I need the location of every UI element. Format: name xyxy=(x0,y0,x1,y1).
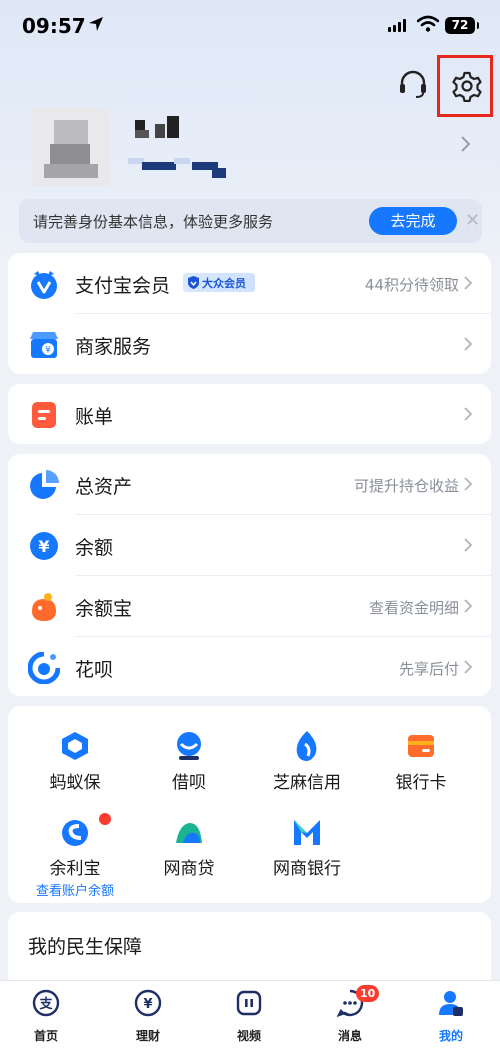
row-yuebao[interactable]: 余额宝 查看资金明细 xyxy=(8,576,491,636)
sesame-credit-icon xyxy=(296,731,317,761)
chevron-right-icon xyxy=(464,477,473,491)
close-icon[interactable]: ✕ xyxy=(465,211,480,231)
grid-label: 蚂蚁保 xyxy=(49,773,101,793)
row-huabei[interactable]: 花呗 先享后付 xyxy=(8,637,491,697)
row-hint: 可提升持仓收益 xyxy=(353,477,459,495)
ant-insurance-icon xyxy=(62,732,88,760)
assets-card: 总资产 可提升持仓收益 ¥ 余额 余额宝 查看资金明细 花呗 先享后付 xyxy=(8,454,491,696)
member-level-badge: 大众会员 xyxy=(183,273,255,292)
pie-chart-icon xyxy=(30,470,59,499)
grid-label: 网商银行 xyxy=(273,859,341,879)
chevron-right-icon xyxy=(464,337,473,351)
jiebei-icon xyxy=(177,732,201,760)
row-hint: 查看资金明细 xyxy=(368,599,459,617)
grid-label: 芝麻信用 xyxy=(273,773,341,793)
row-label: 余额 xyxy=(75,537,114,559)
row-label: 商家服务 xyxy=(75,336,152,358)
bill-icon xyxy=(32,402,56,428)
tab-label: 视频 xyxy=(236,1029,261,1043)
bottom-tab-bar: 支 首页 ¥ 理财 视频 10 消息 我的 xyxy=(0,980,500,1054)
mybank-loan-icon xyxy=(176,822,202,843)
yuebao-icon xyxy=(32,593,56,621)
identity-notice-bar: 请完善身份基本信息，体验更多服务 去完成 ✕ xyxy=(19,199,482,243)
status-time: 09:57 xyxy=(22,14,86,38)
status-bar: 09:57 72 xyxy=(0,0,500,54)
row-total-assets[interactable]: 总资产 可提升持仓收益 xyxy=(8,454,491,514)
complete-button[interactable]: 去完成 xyxy=(369,207,457,235)
bill-card: 账单 xyxy=(8,384,491,444)
tab-label: 首页 xyxy=(33,1029,58,1043)
tab-label: 我的 xyxy=(438,1029,463,1043)
headset-icon[interactable] xyxy=(397,68,429,100)
video-icon xyxy=(236,990,262,1016)
mybank-icon xyxy=(294,820,320,845)
section-title[interactable]: 我的民生保障 xyxy=(28,932,142,959)
tab-label: 消息 xyxy=(337,1029,362,1043)
chevron-right-icon xyxy=(464,276,473,290)
home-icon: 支 xyxy=(32,989,60,1017)
row-alipay-member[interactable]: 支付宝会员 大众会员 44积分待领取 xyxy=(8,253,491,313)
huabei-icon xyxy=(28,652,60,684)
location-arrow-icon xyxy=(89,17,103,31)
grid-label: 余利宝 xyxy=(49,859,101,879)
bank-card-icon xyxy=(408,735,434,757)
row-bill[interactable]: 账单 xyxy=(8,384,491,444)
row-hint: 先享后付 xyxy=(398,660,459,678)
grid-label: 网商贷 xyxy=(163,859,215,879)
view-balance-link[interactable]: 查看账户余额 xyxy=(20,880,130,899)
tab-label: 理财 xyxy=(135,1029,160,1043)
battery-icon: 72 xyxy=(445,17,479,34)
row-hint: 44积分待领取 xyxy=(364,276,459,294)
notification-dot xyxy=(99,813,111,825)
row-merchant-service[interactable]: ¥ 商家服务 xyxy=(8,314,491,374)
grid-label: 借呗 xyxy=(172,773,206,793)
chevron-right-icon xyxy=(464,538,473,552)
chevron-right-icon xyxy=(464,599,473,613)
shield-icon xyxy=(188,276,199,289)
row-label: 余额宝 xyxy=(75,598,133,620)
profile-icon xyxy=(439,991,463,1016)
wifi-icon xyxy=(417,15,439,32)
svg-text:¥: ¥ xyxy=(38,537,49,556)
wealth-icon: ¥ xyxy=(134,989,162,1017)
membership-card: 支付宝会员 大众会员 44积分待领取 ¥ 商家服务 xyxy=(8,253,491,374)
svg-text:¥: ¥ xyxy=(45,346,51,356)
row-balance[interactable]: ¥ 余额 xyxy=(8,515,491,575)
row-label: 总资产 xyxy=(75,476,133,498)
row-label: 支付宝会员 xyxy=(75,275,171,297)
svg-text:¥: ¥ xyxy=(143,997,152,1012)
notice-text: 请完善身份基本信息，体验更多服务 xyxy=(33,213,274,231)
row-label: 账单 xyxy=(75,406,114,428)
yulibao-icon xyxy=(62,820,88,846)
yuan-icon: ¥ xyxy=(30,532,58,560)
chevron-right-icon xyxy=(464,660,473,674)
row-label: 花呗 xyxy=(75,659,114,681)
merchant-icon: ¥ xyxy=(30,332,58,358)
chevron-right-icon[interactable] xyxy=(459,134,473,154)
alipay-member-icon xyxy=(31,271,57,299)
cellular-signal-icon xyxy=(388,19,406,32)
grid-label: 银行卡 xyxy=(395,773,447,793)
svg-text:支: 支 xyxy=(38,996,53,1012)
member-level-text: 大众会员 xyxy=(202,277,246,290)
chevron-right-icon xyxy=(464,407,473,421)
unread-count-badge: 10 xyxy=(356,985,380,1002)
gear-icon[interactable] xyxy=(451,70,483,102)
avatar[interactable] xyxy=(32,108,110,186)
services-grid-card: 蚂蚁保 借呗 芝麻信用 银行卡 余利宝 查看账户余额 网商贷 网商银行 xyxy=(8,706,491,903)
